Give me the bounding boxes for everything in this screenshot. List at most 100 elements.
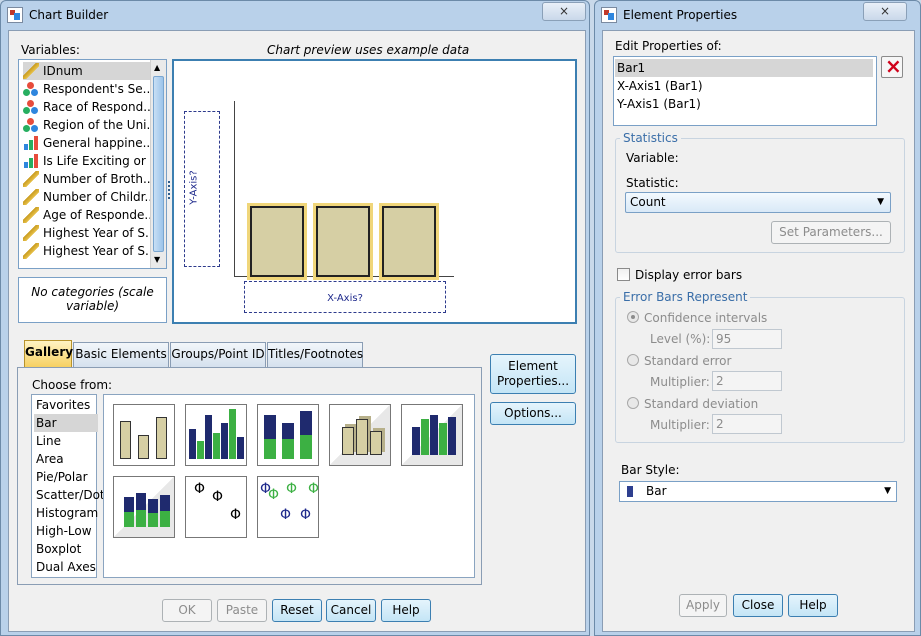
close-icon: × <box>558 4 570 18</box>
close-icon: × <box>879 4 891 18</box>
tab-groups-point-id[interactable]: Groups/Point ID <box>170 342 266 367</box>
variable-item[interactable]: IDnum <box>23 62 151 80</box>
nominal-icon <box>23 81 39 97</box>
cancel-button[interactable]: Cancel <box>326 599 376 622</box>
element-item-label: Y-Axis1 (Bar1) <box>617 97 701 111</box>
display-error-bars-label: Display error bars <box>635 268 743 282</box>
se-label: Standard error <box>644 354 732 368</box>
chart-type-item[interactable]: Boxplot <box>34 540 98 558</box>
variable-label: Race of Respond... <box>43 100 151 114</box>
y-axis-drop-zone[interactable]: Y-Axis? <box>184 111 220 267</box>
se-multiplier-label: Multiplier: <box>650 375 710 389</box>
thumb-3d-bar[interactable] <box>329 404 391 466</box>
options-button[interactable]: Options... <box>490 402 576 425</box>
sd-radio[interactable] <box>627 397 639 409</box>
delete-element-button[interactable]: × <box>881 54 903 78</box>
thumb-stacked-bar[interactable] <box>257 404 319 466</box>
apply-button[interactable]: Apply <box>679 594 727 617</box>
scroll-thumb[interactable] <box>153 76 164 252</box>
bar-style-select[interactable]: Bar ▼ <box>619 481 897 502</box>
chart-type-list[interactable]: Favorites Bar Line Area Pie/Polar Scatter/Dot… <box>31 394 105 578</box>
ep-help-button[interactable]: Help <box>788 594 838 617</box>
chart-type-item[interactable]: Bar <box>34 414 98 432</box>
variable-label: Highest Year of S... <box>43 244 151 258</box>
bar-2[interactable] <box>316 206 370 277</box>
scale-icon <box>23 189 39 205</box>
bar-3[interactable] <box>382 206 436 277</box>
ep-help-label: Help <box>799 598 827 612</box>
variable-item[interactable]: Highest Year of S... <box>23 242 151 260</box>
ci-label: Confidence intervals <box>644 311 768 325</box>
thumb-3d-stacked-bar[interactable] <box>113 476 175 538</box>
reset-label: Reset <box>280 603 314 617</box>
variable-item[interactable]: Number of Broth... <box>23 170 151 188</box>
scale-icon <box>23 207 39 223</box>
element-properties-button[interactable]: Element Properties... <box>490 354 576 394</box>
variable-label: Respondent's Se... <box>43 82 151 96</box>
chart-type-item[interactable]: Dual Axes <box>34 558 98 576</box>
chart-type-item[interactable]: High-Low <box>34 522 98 540</box>
splitter-grip[interactable] <box>168 181 171 199</box>
nominal-icon <box>23 117 39 133</box>
close-label: Close <box>741 598 775 612</box>
tab-basic-elements[interactable]: Basic Elements <box>73 342 169 367</box>
variable-item[interactable]: General happine... <box>23 134 151 152</box>
help-label: Help <box>392 603 420 617</box>
choose-from-label: Choose from: <box>32 378 113 392</box>
chart-type-item[interactable]: Scatter/Dot <box>34 486 105 504</box>
variable-label: Number of Childr... <box>43 190 151 204</box>
chart-type-item[interactable]: Pie/Polar <box>34 468 98 486</box>
chart-type-item[interactable]: Line <box>34 432 98 450</box>
bar-1[interactable] <box>250 206 304 277</box>
variable-item[interactable]: Respondent's Se... <box>23 80 151 98</box>
delete-icon: × <box>885 54 902 78</box>
x-axis-drop-label: X-Axis? <box>327 293 363 304</box>
help-button[interactable]: Help <box>381 599 431 622</box>
variable-item[interactable]: Region of the Uni... <box>23 116 151 134</box>
ok-button[interactable]: OK <box>162 599 212 622</box>
level-input[interactable]: 95 <box>712 329 782 349</box>
thumb-clustered-bar[interactable] <box>185 404 247 466</box>
thumb-3d-clustered-bar[interactable] <box>401 404 463 466</box>
reset-button[interactable]: Reset <box>272 599 322 622</box>
ep-close-button[interactable]: × <box>863 2 907 21</box>
thumb-simple-bar[interactable] <box>113 404 175 466</box>
elements-list[interactable]: Bar1 X-Axis1 (Bar1) Y-Axis1 (Bar1) <box>613 56 877 126</box>
element-item-y-axis[interactable]: Y-Axis1 (Bar1) <box>615 95 873 113</box>
scroll-up-icon[interactable]: ▲ <box>154 63 160 72</box>
variables-list[interactable]: IDnum Respondent's Se... Race of Respond..… <box>18 59 167 269</box>
chart-canvas[interactable]: Y-Axis? X-Axis? <box>172 59 577 324</box>
set-parameters-button[interactable]: Set Parameters... <box>771 221 891 244</box>
ep-close-dialog-button[interactable]: Close <box>733 594 783 617</box>
statistic-select[interactable]: Count ▼ <box>625 192 891 213</box>
chart-type-item[interactable]: Favorites <box>34 396 98 414</box>
variable-label: IDnum <box>43 64 83 78</box>
variable-item[interactable]: Number of Childr... <box>23 188 151 206</box>
thumb-error-bar[interactable]: Φ Φ Φ <box>185 476 247 538</box>
se-multiplier-input[interactable]: 2 <box>712 371 782 391</box>
element-item-x-axis[interactable]: X-Axis1 (Bar1) <box>615 77 873 95</box>
variable-item[interactable]: Age of Responde... <box>23 206 151 224</box>
paste-button[interactable]: Paste <box>217 599 267 622</box>
x-axis-drop-zone[interactable]: X-Axis? <box>244 281 446 313</box>
tab-titles-footnotes[interactable]: Titles/Footnotes <box>267 342 363 367</box>
variable-item[interactable]: Highest Year of S... <box>23 224 151 242</box>
error-bars-label: Error Bars Represent <box>620 290 751 304</box>
se-radio[interactable] <box>627 354 639 366</box>
display-error-bars-checkbox[interactable] <box>617 268 630 281</box>
chevron-down-icon: ▼ <box>877 197 884 207</box>
chart-type-item[interactable]: Area <box>34 450 98 468</box>
element-item-bar1[interactable]: Bar1 <box>615 59 873 77</box>
chart-type-item[interactable]: Histogram <box>34 504 98 522</box>
thumb-clustered-error-bar[interactable]: Φ Φ Φ Φ Φ Φ <box>257 476 319 538</box>
ci-radio[interactable] <box>627 311 639 323</box>
scroll-down-icon[interactable]: ▼ <box>154 255 160 264</box>
apply-label: Apply <box>686 598 720 612</box>
close-button[interactable]: × <box>542 2 586 21</box>
variables-scrollbar[interactable]: ▲ ▼ <box>150 60 166 268</box>
tab-gallery[interactable]: Gallery <box>24 340 74 368</box>
sd-multiplier-input[interactable]: 2 <box>712 414 782 434</box>
variable-item[interactable]: Is Life Exciting or ... <box>23 152 151 170</box>
tab-gallery-label: Gallery <box>25 345 74 359</box>
variable-item[interactable]: Race of Respond... <box>23 98 151 116</box>
